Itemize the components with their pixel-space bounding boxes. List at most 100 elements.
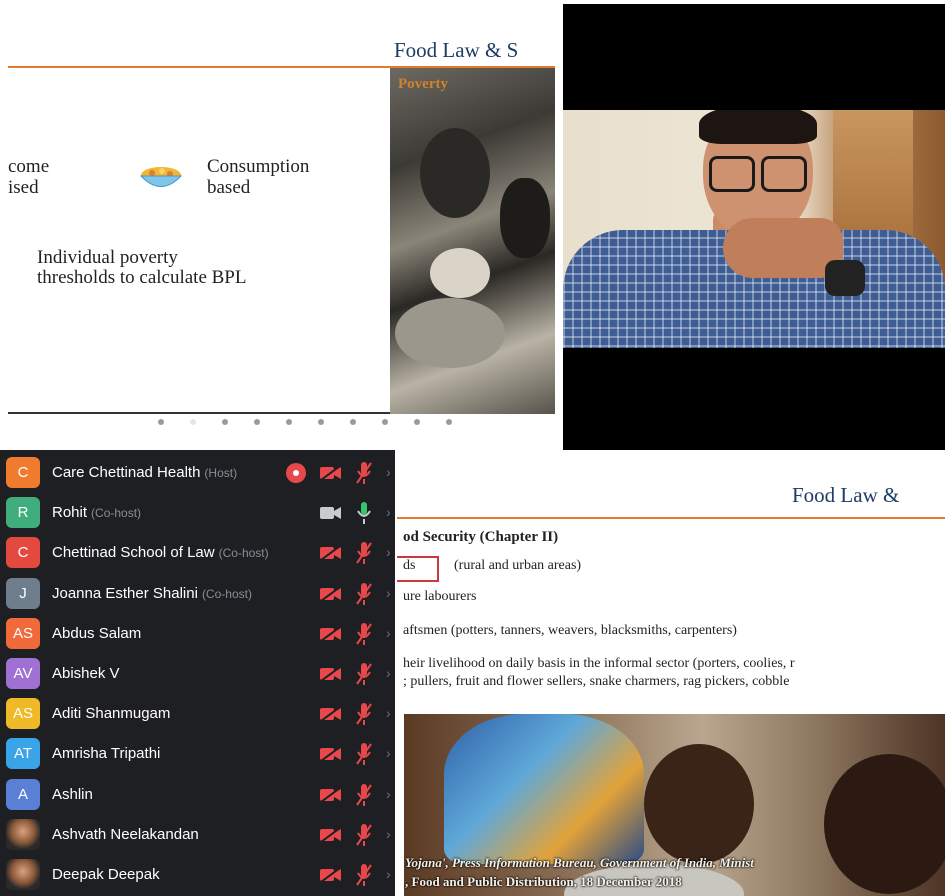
participants-panel[interactable]: C Care Chettinad Health (Host) › R Rohit (Co-h… bbox=[0, 450, 395, 896]
pager-dot[interactable] bbox=[414, 419, 420, 425]
title-rule bbox=[397, 517, 945, 519]
participant-row[interactable]: AT Amrisha Tripathi › bbox=[0, 734, 395, 774]
bullet-line2: ure labourers bbox=[403, 589, 477, 604]
participant-name: Abdus Salam bbox=[52, 625, 141, 642]
pager-dot[interactable] bbox=[318, 419, 324, 425]
chevron-right-icon[interactable]: › bbox=[386, 544, 391, 560]
participant-name: Joanna Esther Shalini (Co-host) bbox=[52, 585, 252, 602]
avatar: AS bbox=[6, 698, 40, 730]
participant-row[interactable]: Deepak Deepak › bbox=[0, 855, 395, 895]
pager-dot[interactable] bbox=[350, 419, 356, 425]
video-on-icon[interactable] bbox=[320, 506, 342, 520]
bpl-line1: Individual poverty bbox=[37, 247, 178, 268]
mic-muted-icon[interactable] bbox=[356, 823, 372, 847]
video-off-icon[interactable] bbox=[320, 826, 342, 843]
participant-name: Abishek V bbox=[52, 665, 120, 682]
participant-name: Ashvath Neelakandan bbox=[52, 826, 199, 843]
pager-dot[interactable] bbox=[254, 419, 260, 425]
chevron-right-icon[interactable]: › bbox=[386, 665, 391, 681]
mic-muted-icon[interactable] bbox=[356, 461, 372, 485]
mic-muted-icon[interactable] bbox=[356, 622, 372, 646]
participant-row[interactable]: AS Aditi Shanmugam › bbox=[0, 694, 395, 734]
pager-dot[interactable] bbox=[382, 419, 388, 425]
avatar: AV bbox=[6, 658, 40, 689]
slide-title: Food Law & bbox=[792, 483, 900, 507]
participant-row[interactable]: R Rohit (Co-host) › bbox=[0, 493, 395, 533]
avatar: J bbox=[6, 577, 40, 609]
participant-row[interactable]: A Ashlin › bbox=[0, 775, 395, 815]
bullet-line3: aftsmen (potters, tanners, weavers, blac… bbox=[403, 623, 737, 638]
avatar: AS bbox=[6, 617, 40, 649]
participant-name-text: Joanna Esther Shalini bbox=[52, 584, 198, 602]
mic-muted-icon[interactable] bbox=[356, 783, 372, 807]
slide-pager[interactable] bbox=[158, 419, 478, 425]
chevron-right-icon[interactable]: › bbox=[386, 625, 391, 641]
participant-row[interactable]: Ashvath Neelakandan › bbox=[0, 815, 395, 855]
video-off-icon[interactable] bbox=[320, 867, 342, 883]
income-line1: come bbox=[8, 156, 50, 177]
video-off-icon[interactable] bbox=[320, 625, 342, 642]
bullet-line4: heir livelihood on daily basis in the in… bbox=[403, 656, 795, 671]
chevron-right-icon[interactable]: › bbox=[386, 786, 391, 802]
avatar bbox=[6, 859, 40, 890]
pager-dot[interactable] bbox=[158, 419, 164, 425]
avatar bbox=[6, 818, 40, 850]
avatar: A bbox=[6, 778, 40, 810]
participant-role: (Co-host) bbox=[218, 546, 269, 561]
participant-role: (Host) bbox=[204, 466, 238, 480]
avatar: C bbox=[6, 457, 40, 488]
mic-muted-icon[interactable] bbox=[356, 541, 372, 565]
participant-name-text: Ashlin bbox=[52, 785, 93, 803]
food-bowl-icon bbox=[139, 167, 183, 187]
pager-dot[interactable] bbox=[190, 419, 196, 425]
participant-name-text: Aditi Shanmugam bbox=[52, 705, 171, 723]
income-line2: ised bbox=[8, 177, 39, 198]
slide-title: Food Law & S bbox=[394, 38, 519, 62]
photo-credit-line1: Yojana', Press Information Bureau, Gover… bbox=[405, 855, 754, 870]
avatar: AT bbox=[6, 738, 40, 770]
video-off-icon[interactable] bbox=[320, 706, 342, 722]
mic-muted-icon[interactable] bbox=[356, 582, 372, 606]
participant-row[interactable]: J Joanna Esther Shalini (Co-host) › bbox=[0, 574, 395, 614]
participant-row[interactable]: AS Abdus Salam › bbox=[0, 614, 395, 654]
participant-name: Rohit (Co-host) bbox=[52, 504, 141, 521]
video-off-icon[interactable] bbox=[320, 786, 342, 803]
chevron-right-icon[interactable]: › bbox=[386, 826, 391, 842]
chevron-right-icon[interactable]: › bbox=[386, 464, 391, 480]
slide-heading: od Security (Chapter II) bbox=[403, 529, 559, 545]
participant-name-text: Abdus Salam bbox=[52, 624, 142, 642]
chevron-right-icon[interactable]: › bbox=[386, 585, 391, 601]
participant-row[interactable]: C Chettinad School of Law (Co-host) › bbox=[0, 533, 395, 573]
speaker-video-frame bbox=[563, 110, 945, 348]
photo-caption: Poverty bbox=[398, 76, 448, 92]
participant-row[interactable]: C Care Chettinad Health (Host) › bbox=[0, 453, 395, 493]
video-off-icon[interactable] bbox=[320, 465, 342, 481]
pager-dot[interactable] bbox=[286, 419, 292, 425]
bullet-line1: (rural and urban areas) bbox=[454, 558, 582, 573]
bpl-line2: thresholds to calculate BPL bbox=[37, 267, 247, 288]
mic-on-icon[interactable] bbox=[356, 501, 372, 525]
avatar: C bbox=[6, 537, 40, 569]
video-off-icon[interactable] bbox=[320, 666, 342, 682]
avatar: R bbox=[6, 497, 40, 529]
chevron-right-icon[interactable]: › bbox=[386, 745, 391, 761]
mic-muted-icon[interactable] bbox=[356, 863, 372, 887]
mic-muted-icon[interactable] bbox=[356, 702, 372, 726]
participant-role: (Co-host) bbox=[201, 586, 252, 601]
chevron-right-icon[interactable]: › bbox=[386, 866, 391, 882]
chevron-right-icon[interactable]: › bbox=[386, 504, 391, 520]
speaker-video-tile[interactable] bbox=[563, 4, 945, 450]
boxed-word: ds bbox=[403, 558, 416, 573]
mic-muted-icon[interactable] bbox=[356, 662, 372, 686]
shared-slide-top: Food Law & S Poverty come ised Consumpti… bbox=[0, 0, 555, 450]
video-off-icon[interactable] bbox=[320, 585, 342, 602]
video-off-icon[interactable] bbox=[320, 545, 342, 562]
participant-row[interactable]: AV Abishek V › bbox=[0, 654, 395, 694]
participant-name-text: Amrisha Tripathi bbox=[52, 745, 161, 763]
mic-muted-icon[interactable] bbox=[356, 742, 372, 766]
chevron-right-icon[interactable]: › bbox=[386, 705, 391, 721]
video-off-icon[interactable] bbox=[320, 746, 342, 763]
pager-dot[interactable] bbox=[222, 419, 228, 425]
pager-dot[interactable] bbox=[446, 419, 452, 425]
recording-icon bbox=[286, 463, 306, 483]
